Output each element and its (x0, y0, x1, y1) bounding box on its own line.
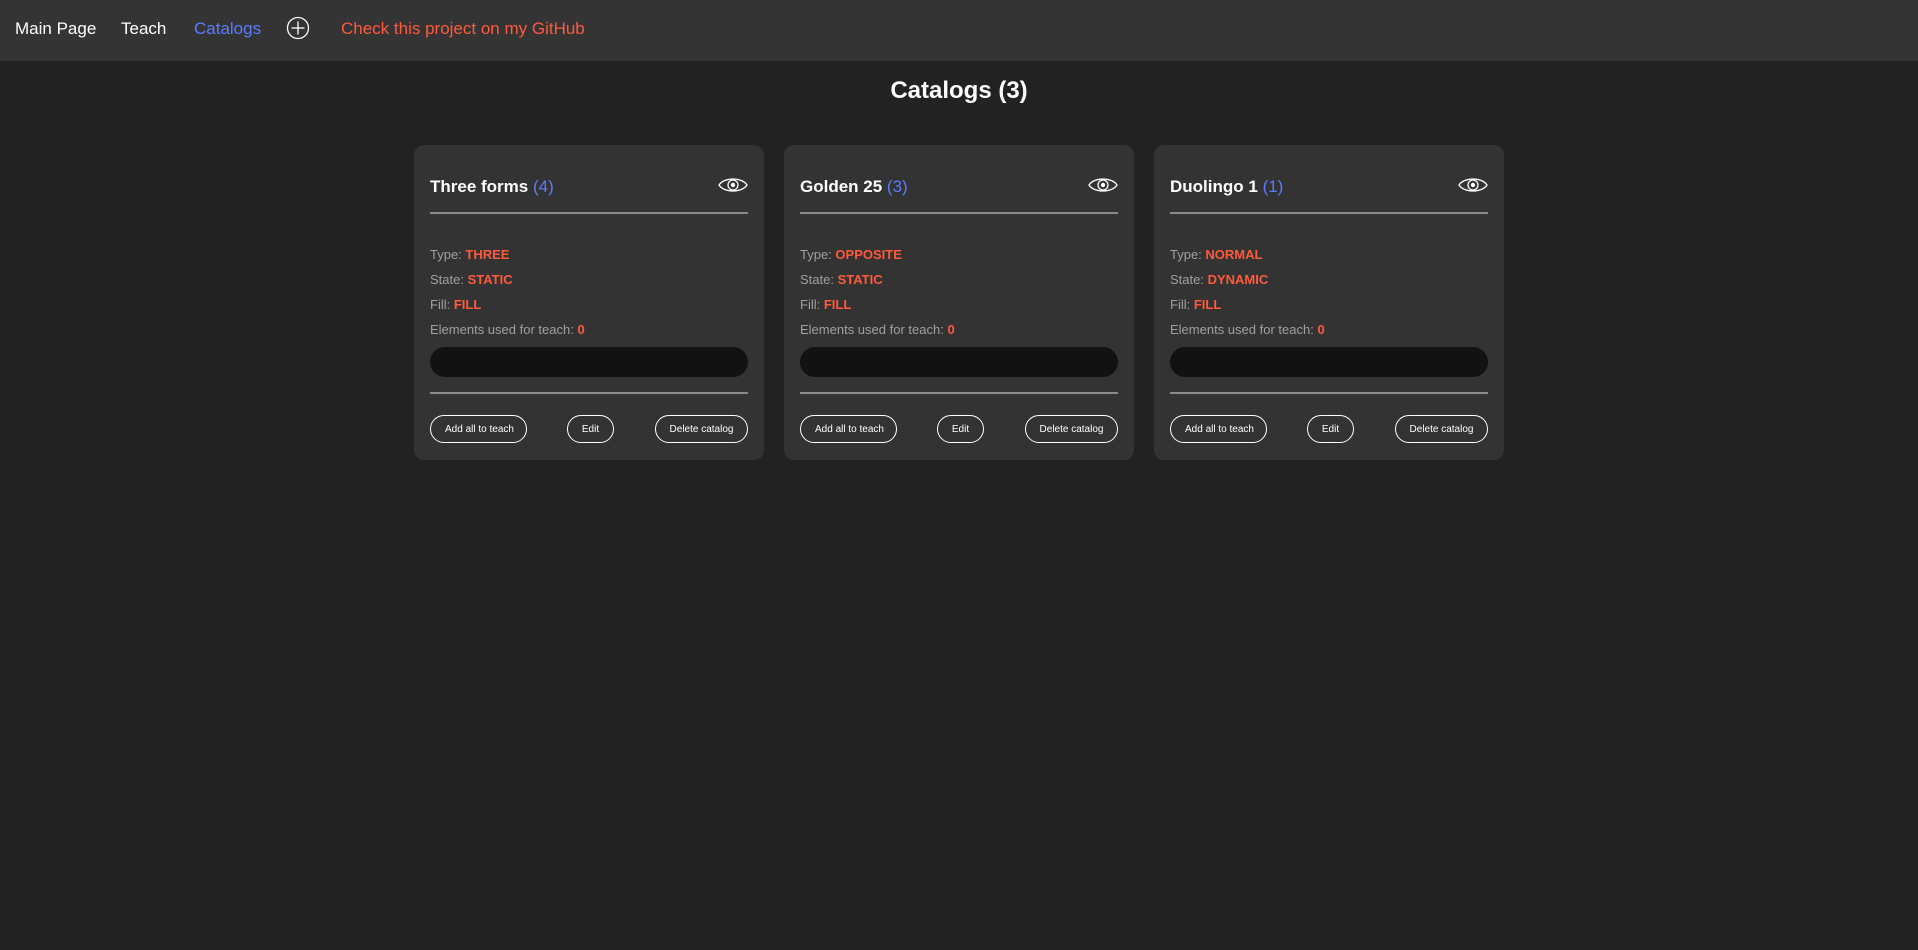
state-value: STATIC (467, 272, 513, 287)
state-value: DYNAMIC (1207, 272, 1269, 287)
type-row: Type: OPPOSITE (800, 247, 902, 262)
catalog-count: (4) (532, 177, 554, 196)
divider (800, 392, 1118, 394)
catalog-count: (1) (1262, 177, 1284, 196)
type-row: Type: THREE (430, 247, 509, 262)
catalog-card: Golden 25 (3) Type: OPPOSITE State: STAT… (784, 145, 1134, 460)
state-label: State: (1170, 272, 1204, 287)
fill-value: FILL (1193, 297, 1222, 312)
delete-catalog-button[interactable]: Delete catalog (655, 415, 748, 443)
type-row: Type: NORMAL (1170, 247, 1262, 262)
type-label: Type: (1170, 247, 1202, 262)
fill-row: Fill: FILL (800, 297, 851, 312)
add-all-to-teach-button[interactable]: Add all to teach (1170, 415, 1267, 443)
edit-button[interactable]: Edit (567, 415, 614, 443)
elements-row: Elements used for teach: 0 (430, 322, 585, 337)
catalog-name: Duolingo 1 (1170, 177, 1258, 196)
nav-catalogs-link[interactable]: Catalogs (194, 19, 261, 39)
divider (430, 212, 748, 214)
edit-button[interactable]: Edit (937, 415, 984, 443)
catalog-card: Three forms (4) Type: THREE State: STATI… (414, 145, 764, 460)
catalog-count: (3) (886, 177, 908, 196)
state-value: STATIC (837, 272, 883, 287)
catalog-title: Three forms (4) (430, 177, 554, 197)
elements-label: Elements used for teach: (1170, 322, 1314, 337)
catalog-title: Golden 25 (3) (800, 177, 908, 197)
nav-teach-link[interactable]: Teach (121, 19, 166, 39)
divider (800, 212, 1118, 214)
catalog-name: Three forms (430, 177, 529, 196)
type-label: Type: (430, 247, 462, 262)
plus-circle-icon[interactable] (286, 16, 310, 40)
fill-label: Fill: (430, 297, 451, 312)
elements-value: 0 (1317, 322, 1325, 337)
fill-value: FILL (453, 297, 482, 312)
fill-row: Fill: FILL (430, 297, 481, 312)
elements-row: Elements used for teach: 0 (1170, 322, 1325, 337)
elements-label: Elements used for teach: (800, 322, 944, 337)
teach-progress-bar (800, 347, 1118, 377)
catalog-name: Golden 25 (800, 177, 883, 196)
elements-row: Elements used for teach: 0 (800, 322, 955, 337)
eye-icon[interactable] (1458, 175, 1488, 195)
catalog-title: Duolingo 1 (1) (1170, 177, 1283, 197)
eye-icon[interactable] (1088, 175, 1118, 195)
delete-catalog-button[interactable]: Delete catalog (1395, 415, 1488, 443)
type-value: NORMAL (1205, 247, 1263, 262)
teach-progress-bar (430, 347, 748, 377)
state-row: State: STATIC (800, 272, 883, 287)
type-value: THREE (465, 247, 510, 262)
navbar: Main Page Teach Catalogs Check this proj… (0, 0, 1918, 61)
state-label: State: (430, 272, 464, 287)
fill-label: Fill: (1170, 297, 1191, 312)
divider (430, 392, 748, 394)
edit-button[interactable]: Edit (1307, 415, 1354, 443)
divider (1170, 392, 1488, 394)
catalog-card: Duolingo 1 (1) Type: NORMAL State: DYNAM… (1154, 145, 1504, 460)
github-link[interactable]: Check this project on my GitHub (341, 19, 585, 39)
eye-icon[interactable] (718, 175, 748, 195)
teach-progress-bar (1170, 347, 1488, 377)
divider (1170, 212, 1488, 214)
fill-row: Fill: FILL (1170, 297, 1221, 312)
state-label: State: (800, 272, 834, 287)
elements-label: Elements used for teach: (430, 322, 574, 337)
fill-label: Fill: (800, 297, 821, 312)
elements-value: 0 (577, 322, 585, 337)
add-all-to-teach-button[interactable]: Add all to teach (430, 415, 527, 443)
type-value: OPPOSITE (835, 247, 902, 262)
fill-value: FILL (823, 297, 852, 312)
state-row: State: DYNAMIC (1170, 272, 1268, 287)
type-label: Type: (800, 247, 832, 262)
add-all-to-teach-button[interactable]: Add all to teach (800, 415, 897, 443)
elements-value: 0 (947, 322, 955, 337)
nav-main-page-link[interactable]: Main Page (15, 19, 96, 39)
delete-catalog-button[interactable]: Delete catalog (1025, 415, 1118, 443)
state-row: State: STATIC (430, 272, 513, 287)
page-title: Catalogs (3) (890, 77, 1028, 104)
